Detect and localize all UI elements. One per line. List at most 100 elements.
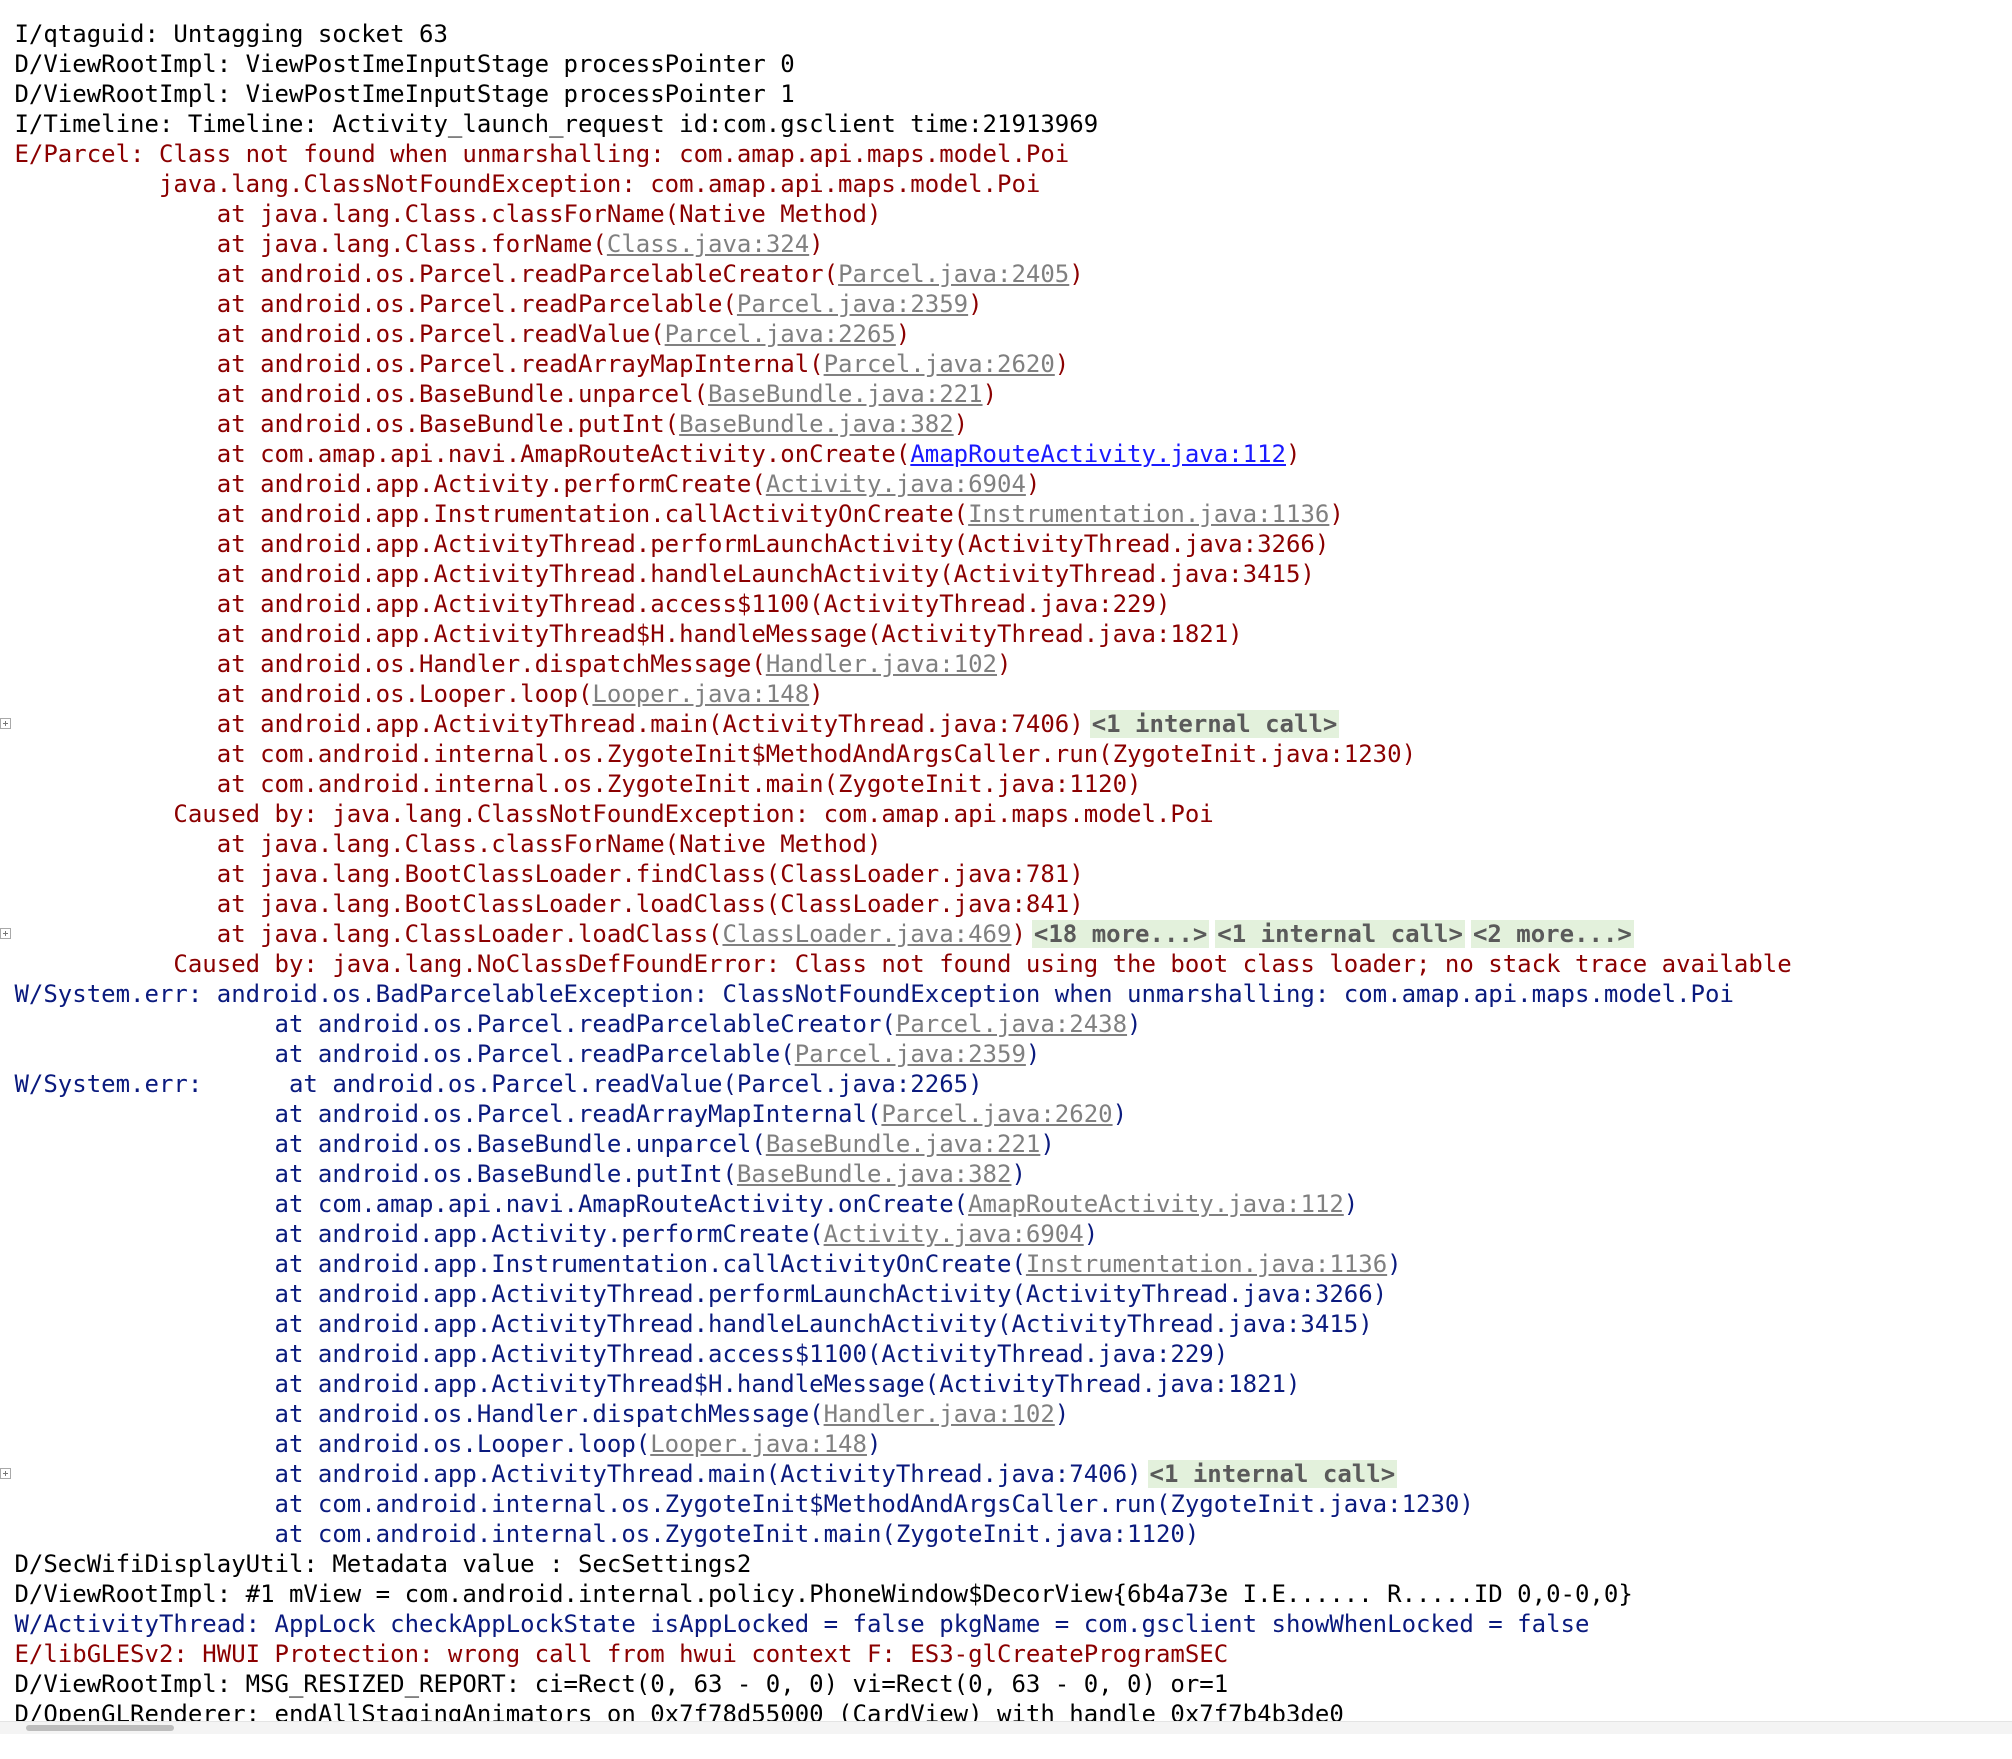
log-text: at android.app.ActivityThread.handleLaun… [0, 560, 1315, 588]
log-text: ) [1127, 1010, 1142, 1038]
log-text: at com.amap.api.navi.AmapRouteActivity.o… [0, 1190, 969, 1218]
log-text: ) [1054, 350, 1070, 378]
log-line: D/ViewRootImpl: #1 mView = com.android.i… [0, 1579, 2012, 1609]
log-line: at android.app.ActivityThread.main(Activ… [0, 709, 2012, 739]
source-link[interactable]: Parcel.java:2438 [896, 1010, 1127, 1038]
log-text: at android.app.ActivityThread$H.handleMe… [0, 620, 1243, 648]
log-line: at android.os.Parcel.readParcelable(Parc… [0, 1039, 2012, 1069]
source-link[interactable]: Parcel.java:2405 [838, 260, 1069, 288]
log-line: at com.android.internal.os.ZygoteInit.ma… [0, 1519, 2012, 1549]
horizontal-scrollbar[interactable] [0, 1721, 2012, 1734]
source-link[interactable]: Instrumentation.java:1136 [968, 500, 1329, 528]
log-line: at android.os.BaseBundle.unparcel(BaseBu… [0, 379, 2012, 409]
source-link[interactable]: Looper.java:148 [650, 1430, 867, 1458]
log-line: I/Timeline: Timeline: Activity_launch_re… [0, 109, 2012, 139]
source-link[interactable]: Handler.java:102 [766, 650, 997, 678]
log-text: at android.app.Activity.performCreate( [0, 470, 766, 498]
log-text: at java.lang.ClassLoader.loadClass( [0, 920, 723, 948]
source-link[interactable]: Activity.java:6904 [824, 1220, 1084, 1248]
log-text: E/libGLESv2: HWUI Protection: wrong call… [0, 1640, 1229, 1668]
log-text: ) [1011, 920, 1026, 948]
source-link[interactable]: Parcel.java:2359 [737, 290, 968, 318]
source-link[interactable]: BaseBundle.java:221 [766, 1130, 1041, 1158]
expand-plus-icon[interactable] [0, 928, 11, 939]
log-text: at android.app.ActivityThread.handleLaun… [0, 1310, 1373, 1338]
folded-frames-toggle[interactable]: <1 internal call> [1215, 920, 1465, 948]
log-line: at android.os.Parcel.readArrayMapInterna… [0, 349, 2012, 379]
log-text: ) [1112, 1100, 1128, 1128]
log-line: W/System.err: android.os.BadParcelableEx… [0, 979, 2012, 1009]
source-link[interactable]: BaseBundle.java:382 [679, 410, 954, 438]
source-link[interactable]: Parcel.java:2620 [824, 350, 1055, 378]
log-line: at android.app.ActivityThread$H.handleMe… [0, 1369, 2012, 1399]
log-line: at android.app.ActivityThread.handleLaun… [0, 559, 2012, 589]
source-link[interactable]: ClassLoader.java:469 [722, 920, 1011, 948]
log-text: at android.os.BaseBundle.unparcel( [0, 1130, 766, 1158]
log-line: D/ViewRootImpl: MSG_RESIZED_REPORT: ci=R… [0, 1669, 2012, 1699]
log-line: at android.app.Instrumentation.callActiv… [0, 499, 2012, 529]
log-line: at java.lang.BootClassLoader.findClass(C… [0, 859, 2012, 889]
log-line: at android.app.ActivityThread.handleLaun… [0, 1309, 2012, 1339]
log-text: D/ViewRootImpl: MSG_RESIZED_REPORT: ci=R… [0, 1670, 1229, 1698]
folded-frames-toggle[interactable]: <1 internal call> [1089, 710, 1340, 738]
source-link[interactable]: Looper.java:148 [592, 680, 809, 708]
log-line: at android.os.BaseBundle.putInt(BaseBund… [0, 409, 2012, 439]
log-text: ) [809, 230, 824, 258]
log-text: D/ViewRootImpl: #1 mView = com.android.i… [0, 1580, 1633, 1608]
source-link-active[interactable]: AmapRouteActivity.java:112 [910, 440, 1286, 468]
log-line: E/Parcel: Class not found when unmarshal… [0, 139, 2012, 169]
log-text: at android.os.Parcel.readParcelable( [0, 1040, 795, 1068]
log-line: W/System.err: at android.os.Parcel.readV… [0, 1069, 2012, 1099]
log-text: at java.lang.BootClassLoader.loadClass(C… [0, 890, 1084, 918]
log-line: W/ActivityThread: AppLock checkAppLockSt… [0, 1609, 2012, 1639]
log-line: at java.lang.Class.classForName(Native M… [0, 199, 2012, 229]
source-link[interactable]: Parcel.java:2359 [795, 1040, 1026, 1068]
log-text: at java.lang.BootClassLoader.findClass(C… [0, 860, 1084, 888]
log-line: at android.app.ActivityThread.main(Activ… [0, 1459, 2012, 1489]
expand-plus-icon[interactable] [0, 718, 11, 729]
log-text: ) [982, 380, 998, 408]
log-text: I/Timeline: Timeline: Activity_launch_re… [0, 110, 1099, 138]
source-link[interactable]: Instrumentation.java:1136 [1026, 1250, 1387, 1278]
log-text: E/Parcel: Class not found when unmarshal… [0, 140, 1070, 168]
log-text: W/System.err: at android.os.Parcel.readV… [0, 1070, 983, 1098]
log-text: ) [1011, 1160, 1026, 1188]
expand-plus-icon[interactable] [0, 1468, 11, 1479]
log-text: at com.amap.api.navi.AmapRouteActivity.o… [0, 440, 911, 468]
log-text: ) [1083, 1220, 1099, 1248]
log-text: at android.os.Parcel.readParcelableCreat… [0, 260, 839, 288]
source-link[interactable]: Activity.java:6904 [766, 470, 1026, 498]
log-text: at android.app.ActivityThread.main(Activ… [0, 1460, 1142, 1488]
source-link[interactable]: Class.java:324 [607, 230, 809, 258]
folded-frames-toggle[interactable]: <2 more...> [1470, 920, 1634, 948]
source-link[interactable]: BaseBundle.java:221 [708, 380, 983, 408]
log-text: at android.os.Handler.dispatchMessage( [0, 650, 766, 678]
source-link[interactable]: BaseBundle.java:382 [737, 1160, 1012, 1188]
folded-frames-toggle[interactable]: <18 more...> [1031, 920, 1210, 948]
log-text: at com.android.internal.os.ZygoteInit$Me… [0, 1490, 1474, 1518]
log-line: at android.os.Parcel.readValue(Parcel.ja… [0, 319, 2012, 349]
log-text: at com.android.internal.os.ZygoteInit.ma… [0, 770, 1142, 798]
source-link[interactable]: Handler.java:102 [824, 1400, 1055, 1428]
log-line: at android.app.Activity.performCreate(Ac… [0, 469, 2012, 499]
log-line: at android.app.ActivityThread.performLau… [0, 1279, 2012, 1309]
log-text: at android.app.ActivityThread.access$110… [0, 1340, 1229, 1368]
log-text: at android.app.ActivityThread.main(Activ… [0, 710, 1084, 738]
log-line: I/qtaguid: Untagging socket 63 [0, 19, 2012, 49]
log-text: ) [809, 680, 824, 708]
log-text: ) [1040, 1130, 1055, 1158]
log-text: Caused by: java.lang.ClassNotFoundExcept… [0, 800, 1214, 828]
log-line: Caused by: java.lang.NoClassDefFoundErro… [0, 949, 2012, 979]
log-line: D/ViewRootImpl: ViewPostImeInputStage pr… [0, 79, 2012, 109]
scrollbar-thumb[interactable] [26, 1725, 174, 1731]
log-line: at java.lang.Class.classForName(Native M… [0, 829, 2012, 859]
source-link[interactable]: Parcel.java:2620 [881, 1100, 1112, 1128]
folded-frames-toggle[interactable]: <1 internal call> [1147, 1460, 1398, 1488]
log-text: D/SecWifiDisplayUtil: Metadata value : S… [0, 1550, 752, 1578]
source-link[interactable]: AmapRouteActivity.java:112 [968, 1190, 1344, 1218]
source-link[interactable]: Parcel.java:2265 [665, 320, 896, 348]
log-text: at android.os.Looper.loop( [0, 1430, 651, 1458]
log-line: at com.android.internal.os.ZygoteInit$Me… [0, 739, 2012, 769]
log-line: at android.app.ActivityThread$H.handleMe… [0, 619, 2012, 649]
